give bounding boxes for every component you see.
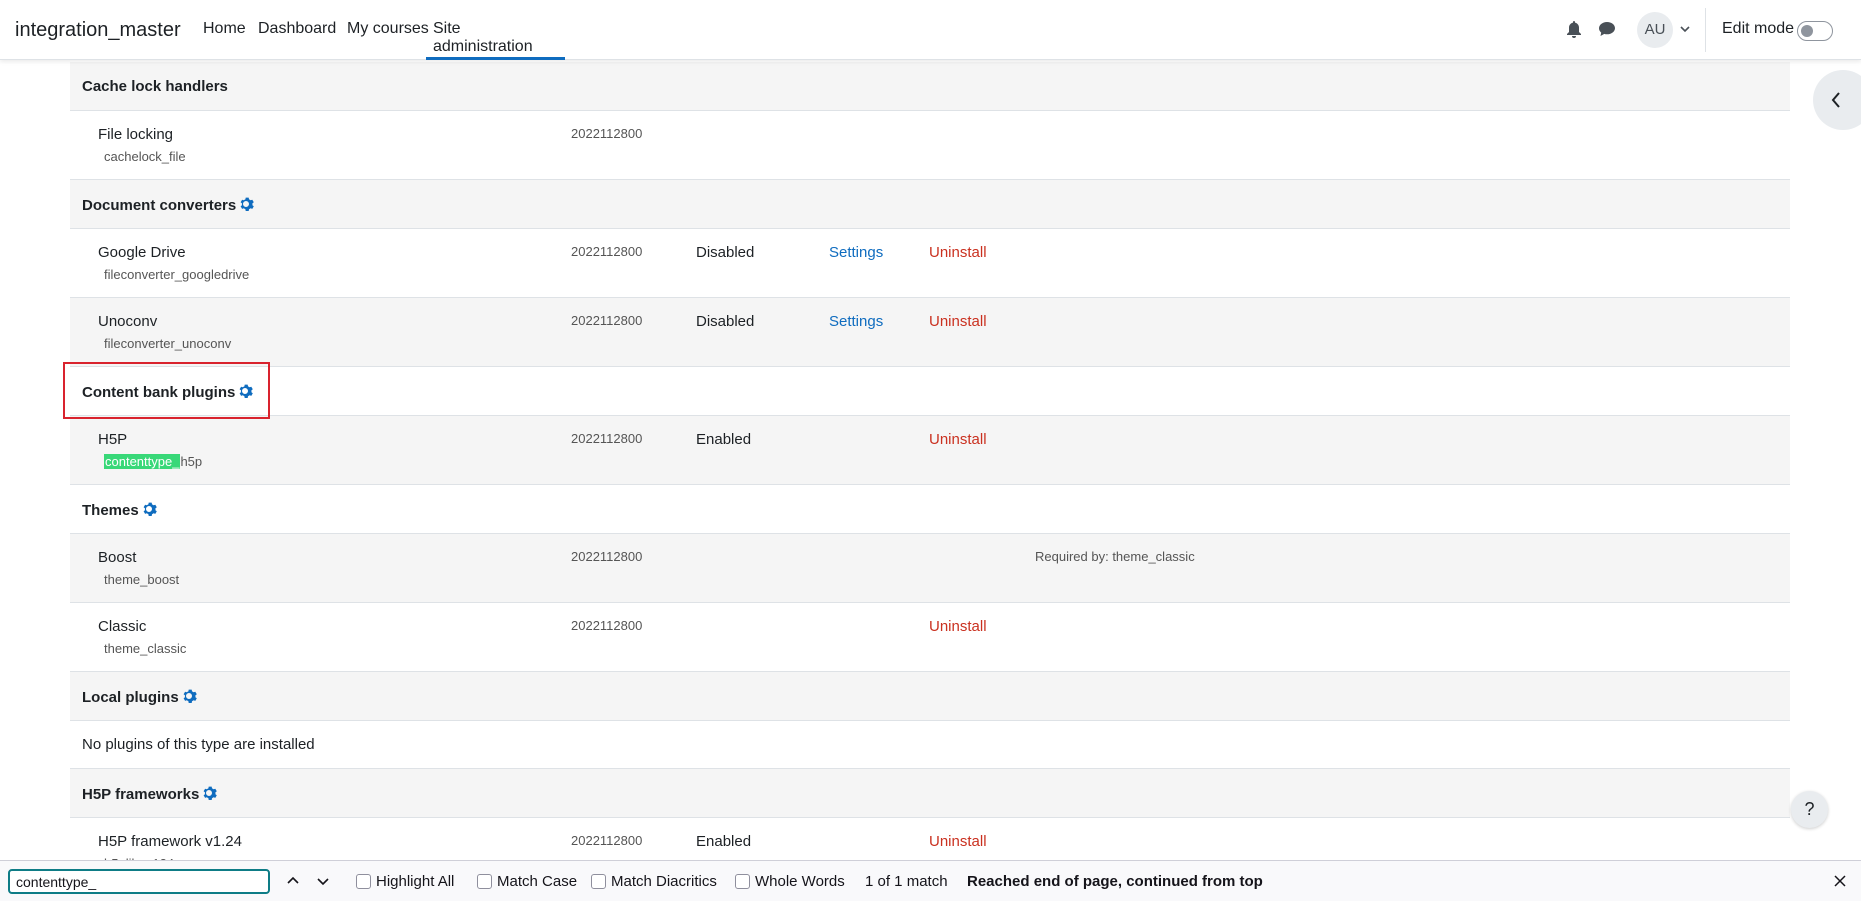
plugin-component: cachelock_file [104, 149, 186, 164]
section-row-content-bank-plugins: Content bank plugins [70, 367, 1790, 416]
gear-icon[interactable] [141, 501, 157, 517]
plugin-row-file-locking: File locking cachelock_file 2022112800 [70, 111, 1790, 180]
whole-words-label[interactable]: Whole Words [755, 873, 845, 890]
section-title: Themes [82, 501, 157, 519]
uninstall-link[interactable]: Uninstall [929, 244, 987, 261]
plugin-component: fileconverter_unoconv [104, 336, 232, 351]
plugin-row-classic: Classic theme_classic 2022112800 Uninsta… [70, 603, 1790, 672]
plugin-row-unoconv: Unoconv fileconverter_unoconv 2022112800… [70, 298, 1790, 367]
match-case-label[interactable]: Match Case [497, 873, 577, 890]
gear-icon[interactable] [181, 688, 197, 704]
bell-icon[interactable] [1566, 20, 1584, 38]
plugin-version: 2022112800 [571, 833, 643, 848]
find-next-icon[interactable] [315, 873, 331, 889]
uninstall-link[interactable]: Uninstall [929, 618, 987, 635]
empty-message: No plugins of this type are installed [82, 736, 315, 753]
uninstall-link[interactable]: Uninstall [929, 313, 987, 330]
section-title: Document converters [82, 196, 255, 214]
plugin-version: 2022112800 [571, 618, 643, 633]
chat-icon[interactable] [1598, 20, 1616, 38]
gear-icon[interactable] [201, 785, 218, 801]
empty-plugins-row: No plugins of this type are installed [70, 721, 1790, 769]
section-title: Cache lock handlers [82, 78, 228, 95]
chevron-left-icon [1831, 92, 1840, 108]
help-button[interactable]: ? [1791, 791, 1828, 828]
plugins-table: Cache lock handlers File locking cachelo… [70, 62, 1790, 887]
settings-link[interactable]: Settings [829, 244, 883, 261]
edit-mode-label: Edit mode [1722, 20, 1795, 37]
highlight-all-checkbox[interactable] [356, 874, 371, 889]
section-row-cache-lock-handlers: Cache lock handlers [70, 62, 1790, 111]
highlight-all-label[interactable]: Highlight All [376, 873, 454, 890]
plugin-name: H5P [98, 431, 128, 448]
settings-link[interactable]: Settings [829, 313, 883, 330]
match-count: 1 of 1 match [865, 873, 948, 890]
section-row-local-plugins: Local plugins [70, 672, 1790, 721]
close-icon[interactable] [1832, 873, 1848, 889]
section-title: H5P frameworks [82, 785, 218, 803]
nav-home[interactable]: Home [203, 20, 246, 38]
plugin-version: 2022112800 [571, 431, 643, 446]
nav-dashboard[interactable]: Dashboard [258, 20, 336, 38]
plugin-name: Classic [98, 618, 147, 635]
plugin-component: theme_boost [104, 572, 180, 587]
uninstall-link[interactable]: Uninstall [929, 431, 987, 448]
chevron-down-icon[interactable] [1678, 22, 1692, 36]
match-case-checkbox[interactable] [477, 874, 492, 889]
top-navbar: integration_master Home Dashboard My cou… [0, 0, 1861, 60]
section-row-h5p-frameworks: H5P frameworks [70, 769, 1790, 818]
user-avatar[interactable]: AU [1637, 12, 1673, 48]
site-brand[interactable]: integration_master [15, 19, 181, 42]
match-diacritics-checkbox[interactable] [591, 874, 606, 889]
plugin-component: theme_classic [104, 641, 187, 656]
plugin-row-boost: Boost theme_boost 2022112800 Required by… [70, 534, 1790, 603]
nav-site-administration[interactable]: Site administration [426, 20, 565, 60]
toggle-knob [1801, 25, 1813, 37]
whole-words-checkbox[interactable] [735, 874, 750, 889]
match-diacritics-label[interactable]: Match Diacritics [611, 873, 717, 890]
nav-my-courses[interactable]: My courses [347, 20, 429, 38]
plugin-name: Unoconv [98, 313, 158, 330]
annotation-box [63, 362, 270, 419]
plugin-name: File locking [98, 126, 174, 143]
section-title: Local plugins [82, 688, 197, 706]
find-input[interactable] [8, 869, 270, 894]
navbar-divider [1705, 8, 1706, 52]
plugin-status: Disabled [696, 313, 755, 330]
uninstall-link[interactable]: Uninstall [929, 833, 987, 850]
find-bar: Highlight All Match Case Match Diacritic… [0, 860, 1861, 901]
section-row-themes: Themes [70, 485, 1790, 534]
plugin-version: 2022112800 [571, 126, 643, 141]
plugin-component: contenttype_h5p [104, 454, 203, 469]
plugin-version: 2022112800 [571, 549, 643, 564]
plugin-status: Disabled [696, 244, 755, 261]
find-status: Reached end of page, continued from top [967, 873, 1263, 890]
plugin-status: Enabled [696, 833, 752, 850]
plugin-name: Google Drive [98, 244, 186, 261]
plugin-component: fileconverter_googledrive [104, 267, 250, 282]
plugin-version: 2022112800 [571, 244, 643, 259]
plugin-row-h5p: H5P contenttype_h5p 2022112800 Enabled U… [70, 416, 1790, 485]
plugin-row-google-drive: Google Drive fileconverter_googledrive 2… [70, 229, 1790, 298]
plugin-requirement-note: Required by: theme_classic [1035, 549, 1195, 564]
plugin-name: H5P framework v1.24 [98, 833, 242, 850]
find-previous-icon[interactable] [285, 873, 301, 889]
plugin-status: Enabled [696, 431, 752, 448]
plugin-name: Boost [98, 549, 137, 566]
gear-icon[interactable] [238, 196, 255, 212]
edit-mode-toggle[interactable] [1797, 21, 1833, 41]
open-drawer-button[interactable] [1813, 70, 1861, 130]
find-highlight: contenttype_ [104, 454, 181, 469]
plugin-version: 2022112800 [571, 313, 643, 328]
section-row-document-converters: Document converters [70, 180, 1790, 229]
